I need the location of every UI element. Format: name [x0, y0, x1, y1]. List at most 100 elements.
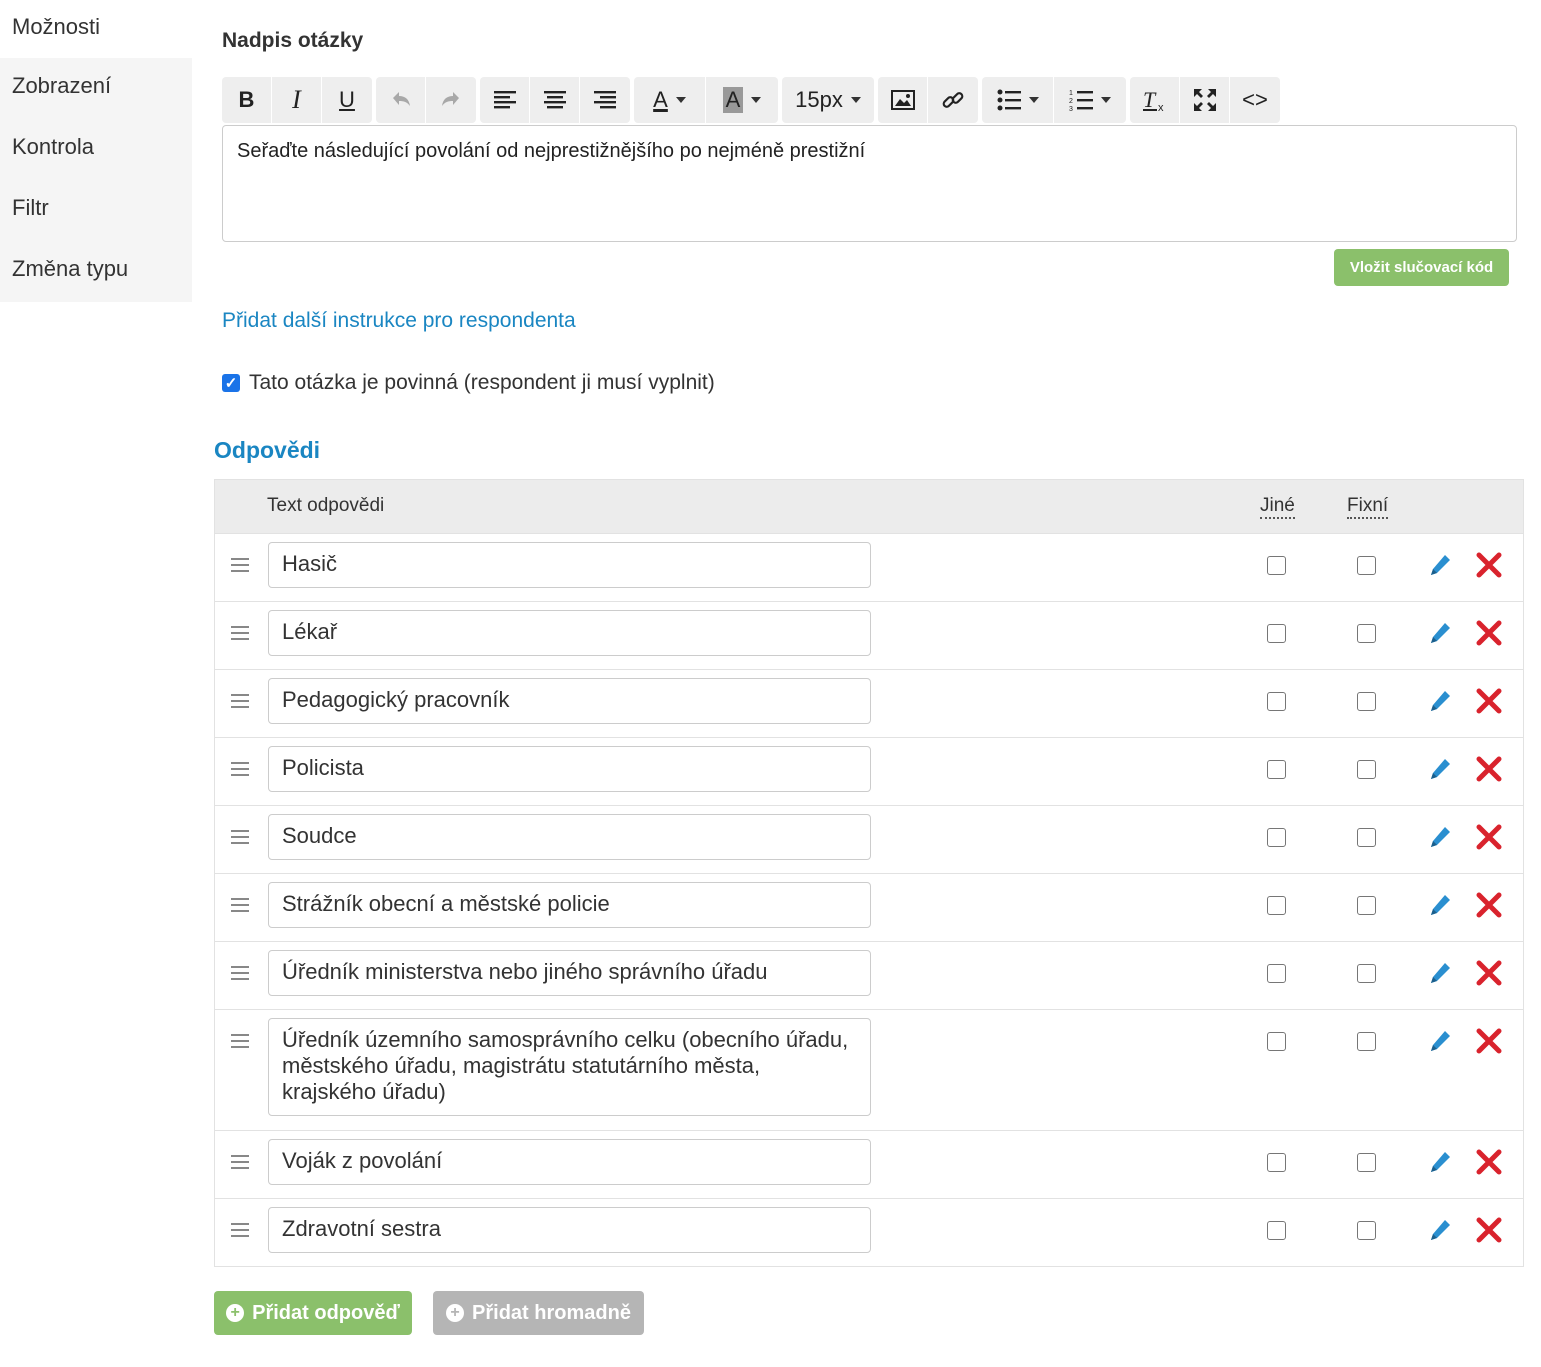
drag-handle-icon[interactable]: [231, 830, 249, 848]
delete-x-icon[interactable]: [1475, 959, 1503, 987]
fixed-checkbox[interactable]: [1357, 624, 1376, 643]
edit-pencil-icon[interactable]: [1427, 1028, 1453, 1054]
chevron-down-icon: [1101, 97, 1111, 103]
drag-handle-icon[interactable]: [231, 1034, 249, 1052]
align-left-button[interactable]: [480, 77, 530, 123]
history-group: [376, 77, 476, 123]
delete-x-icon[interactable]: [1475, 891, 1503, 919]
insert-image-button[interactable]: [878, 77, 928, 123]
code-view-button[interactable]: <>: [1230, 77, 1280, 123]
delete-x-icon[interactable]: [1475, 755, 1503, 783]
edit-pencil-icon[interactable]: [1427, 756, 1453, 782]
delete-x-icon[interactable]: [1475, 1216, 1503, 1244]
delete-x-icon[interactable]: [1475, 551, 1503, 579]
other-checkbox[interactable]: [1267, 896, 1286, 915]
drag-handle-icon[interactable]: [231, 898, 249, 916]
edit-pencil-icon[interactable]: [1427, 892, 1453, 918]
delete-x-icon[interactable]: [1475, 1027, 1503, 1055]
delete-x-icon[interactable]: [1475, 823, 1503, 851]
answer-text-input[interactable]: Pedagogický pracovník: [268, 678, 871, 724]
sidebar-item-kontrola[interactable]: Kontrola: [0, 119, 192, 180]
answer-text-input[interactable]: Lékař: [268, 610, 871, 656]
edit-pencil-icon[interactable]: [1427, 824, 1453, 850]
answer-text-input[interactable]: Voják z povolání: [268, 1139, 871, 1185]
other-checkbox[interactable]: [1267, 1032, 1286, 1051]
font-color-button[interactable]: A: [634, 77, 706, 123]
other-checkbox[interactable]: [1267, 692, 1286, 711]
font-size-dropdown[interactable]: 15px: [782, 77, 874, 123]
other-checkbox[interactable]: [1267, 964, 1286, 983]
edit-pencil-icon[interactable]: [1427, 620, 1453, 646]
question-text-editor[interactable]: Seřaďte následující povolání od nejprest…: [222, 125, 1517, 242]
bullet-list-button[interactable]: [982, 77, 1054, 123]
add-answer-button[interactable]: + Přidat odpověď: [214, 1291, 412, 1335]
numbered-list-button[interactable]: 123: [1054, 77, 1126, 123]
answer-text-input[interactable]: Úředník ministerstva nebo jiného správní…: [268, 950, 871, 996]
sidebar-item-moznosti[interactable]: Možnosti: [0, 0, 192, 58]
delete-x-icon[interactable]: [1475, 687, 1503, 715]
answer-text-input[interactable]: Soudce: [268, 814, 871, 860]
insert-merge-code-button[interactable]: Vložit slučovací kód: [1334, 249, 1509, 286]
fullscreen-button[interactable]: [1180, 77, 1230, 123]
align-right-button[interactable]: [580, 77, 630, 123]
fixed-checkbox[interactable]: [1357, 964, 1376, 983]
sidebar-item-zobrazeni[interactable]: Zobrazení: [0, 58, 192, 119]
edit-pencil-icon[interactable]: [1427, 552, 1453, 578]
italic-button[interactable]: I: [272, 77, 322, 123]
clear-format-button[interactable]: Tx: [1130, 77, 1180, 123]
add-instructions-link[interactable]: Přidat další instrukce pro respondenta: [222, 309, 576, 333]
align-center-icon: [543, 91, 566, 109]
fixed-checkbox[interactable]: [1357, 1032, 1376, 1051]
other-checkbox[interactable]: [1267, 828, 1286, 847]
fixed-checkbox[interactable]: [1357, 896, 1376, 915]
drag-handle-icon[interactable]: [231, 558, 249, 576]
drag-handle-icon[interactable]: [231, 1155, 249, 1173]
insert-link-button[interactable]: [928, 77, 978, 123]
drag-handle-icon[interactable]: [231, 1223, 249, 1241]
drag-handle-icon[interactable]: [231, 966, 249, 984]
background-color-button[interactable]: A: [706, 77, 778, 123]
fixed-checkbox[interactable]: [1357, 1221, 1376, 1240]
fixed-checkbox[interactable]: [1357, 1153, 1376, 1172]
answer-row: Strážník obecní a městské policie: [215, 873, 1523, 941]
delete-x-icon[interactable]: [1475, 619, 1503, 647]
edit-pencil-icon[interactable]: [1427, 960, 1453, 986]
drag-handle-icon[interactable]: [231, 626, 249, 644]
other-checkbox[interactable]: [1267, 1153, 1286, 1172]
required-label: Tato otázka je povinná (respondent ji mu…: [249, 371, 715, 394]
other-checkbox[interactable]: [1267, 1221, 1286, 1240]
svg-text:2: 2: [1069, 98, 1073, 105]
undo-button[interactable]: [376, 77, 426, 123]
align-left-icon: [493, 91, 516, 109]
answers-table: Text odpovědi Jiné Fixní Hasič Lékař Pedag…: [214, 479, 1524, 1267]
drag-handle-icon[interactable]: [231, 762, 249, 780]
align-center-button[interactable]: [530, 77, 580, 123]
answer-text-input[interactable]: Strážník obecní a městské policie: [268, 882, 871, 928]
drag-handle-icon[interactable]: [231, 694, 249, 712]
bold-button[interactable]: B: [222, 77, 272, 123]
sidebar-item-zmena-typu[interactable]: Změna typu: [0, 241, 192, 302]
other-checkbox[interactable]: [1267, 556, 1286, 575]
format-group: B I U: [222, 77, 372, 123]
edit-pencil-icon[interactable]: [1427, 688, 1453, 714]
fixed-checkbox[interactable]: [1357, 556, 1376, 575]
required-checkbox[interactable]: ✓: [222, 374, 240, 392]
edit-pencil-icon[interactable]: [1427, 1217, 1453, 1243]
fixed-checkbox[interactable]: [1357, 692, 1376, 711]
delete-x-icon[interactable]: [1475, 1148, 1503, 1176]
answer-text-input[interactable]: Hasič: [268, 542, 871, 588]
other-checkbox[interactable]: [1267, 624, 1286, 643]
required-row: ✓ Tato otázka je povinná (respondent ji …: [222, 371, 715, 395]
fixed-checkbox[interactable]: [1357, 760, 1376, 779]
underline-button[interactable]: U: [322, 77, 372, 123]
answer-text-input[interactable]: Úředník územního samosprávního celku (ob…: [268, 1018, 871, 1116]
add-bulk-button[interactable]: + Přidat hromadně: [433, 1291, 644, 1335]
answer-text-input[interactable]: Zdravotní sestra: [268, 1207, 871, 1253]
answer-text-input[interactable]: Policista: [268, 746, 871, 792]
redo-button[interactable]: [426, 77, 476, 123]
chevron-down-icon: [751, 97, 762, 103]
fixed-checkbox[interactable]: [1357, 828, 1376, 847]
other-checkbox[interactable]: [1267, 760, 1286, 779]
edit-pencil-icon[interactable]: [1427, 1149, 1453, 1175]
sidebar-item-filtr[interactable]: Filtr: [0, 180, 192, 241]
